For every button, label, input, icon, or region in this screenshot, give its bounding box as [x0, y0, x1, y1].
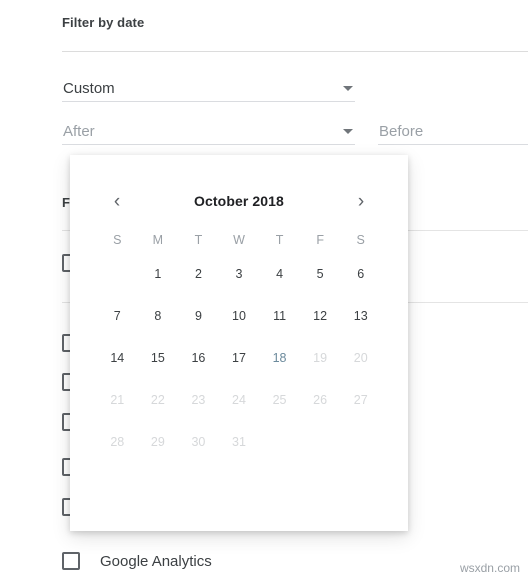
- chevron-right-icon[interactable]: ›: [352, 192, 370, 211]
- calendar-day-22: 22: [150, 393, 165, 407]
- after-date-placeholder: After: [63, 123, 95, 140]
- calendar-day-28: 28: [110, 435, 125, 449]
- page-title: Filter by date: [62, 15, 145, 30]
- calendar-weekday-0: S: [113, 233, 122, 247]
- calendar-day-7[interactable]: 7: [97, 295, 138, 337]
- chevron-down-icon: [343, 86, 353, 91]
- calendar-day-17[interactable]: 17: [219, 337, 260, 379]
- calendar-day-27: 27: [353, 393, 368, 407]
- calendar-day-19: 19: [313, 351, 328, 365]
- calendar-weekday-5: F: [316, 233, 324, 247]
- calendar-weekday-4: T: [275, 233, 284, 247]
- date-picker-popup[interactable]: ‹ October 2018 › S M T W T F S 1 2 3 4 5 6 7 8 9 10 11 12 1…: [70, 155, 408, 531]
- date-range-select-value: Custom: [63, 80, 115, 97]
- calendar-day-2[interactable]: 2: [178, 253, 219, 295]
- calendar-day-10[interactable]: 10: [219, 295, 260, 337]
- calendar-day-9[interactable]: 9: [178, 295, 219, 337]
- calendar-day-16[interactable]: 16: [178, 337, 219, 379]
- calendar-day-21: 21: [110, 393, 125, 407]
- calendar-day-12[interactable]: 12: [300, 295, 341, 337]
- calendar-day-31: 31: [232, 435, 246, 449]
- calendar-day-14[interactable]: 14: [97, 337, 138, 379]
- calendar-day-30: 30: [191, 435, 206, 449]
- calendar-day-25: 25: [272, 393, 287, 407]
- calendar-day-23: 23: [191, 393, 206, 407]
- calendar-day-6[interactable]: 6: [340, 253, 381, 295]
- before-date-placeholder: Before: [379, 123, 424, 140]
- calendar-day-20: 20: [353, 351, 368, 365]
- calendar-day-18[interactable]: 18: [259, 337, 300, 379]
- chevron-down-icon: [343, 129, 353, 134]
- calendar-grid: S M T W T F S 1 2 3 4 5 6 7 8 9 10 11 12 13 14 15 16 17 18 19 20 21…: [70, 227, 408, 463]
- calendar-weekday-2: T: [194, 233, 203, 247]
- list-item-google-analytics[interactable]: Google Analytics: [62, 550, 212, 572]
- calendar-month-title: October 2018: [194, 193, 284, 209]
- date-picker-header: ‹ October 2018 ›: [70, 187, 408, 215]
- calendar-day-24: 24: [232, 393, 246, 407]
- watermark: wsxdn.com: [459, 561, 520, 575]
- before-date-input[interactable]: Before: [378, 118, 528, 145]
- calendar-day-blank: [97, 253, 138, 295]
- calendar-day-8[interactable]: 8: [138, 295, 179, 337]
- calendar-weekday-6: S: [356, 233, 365, 247]
- calendar-day-3[interactable]: 3: [219, 253, 260, 295]
- after-date-input[interactable]: After: [62, 118, 355, 145]
- calendar-day-29: 29: [150, 435, 165, 449]
- list-item-label: Google Analytics: [100, 552, 212, 570]
- calendar-day-11[interactable]: 11: [259, 295, 300, 337]
- calendar-day-26: 26: [313, 393, 328, 407]
- calendar-day-1[interactable]: 1: [138, 253, 179, 295]
- calendar-day-15[interactable]: 15: [138, 337, 179, 379]
- divider-top: [62, 51, 528, 52]
- calendar-weekday-1: M: [152, 233, 164, 247]
- calendar-weekday-3: W: [233, 233, 245, 247]
- secondary-section-title: F: [62, 195, 70, 210]
- date-range-select[interactable]: Custom: [62, 75, 355, 102]
- calendar-day-5[interactable]: 5: [300, 253, 341, 295]
- calendar-day-4[interactable]: 4: [259, 253, 300, 295]
- chevron-left-icon[interactable]: ‹: [108, 192, 126, 211]
- checkbox-icon[interactable]: [62, 552, 80, 570]
- calendar-day-13[interactable]: 13: [340, 295, 381, 337]
